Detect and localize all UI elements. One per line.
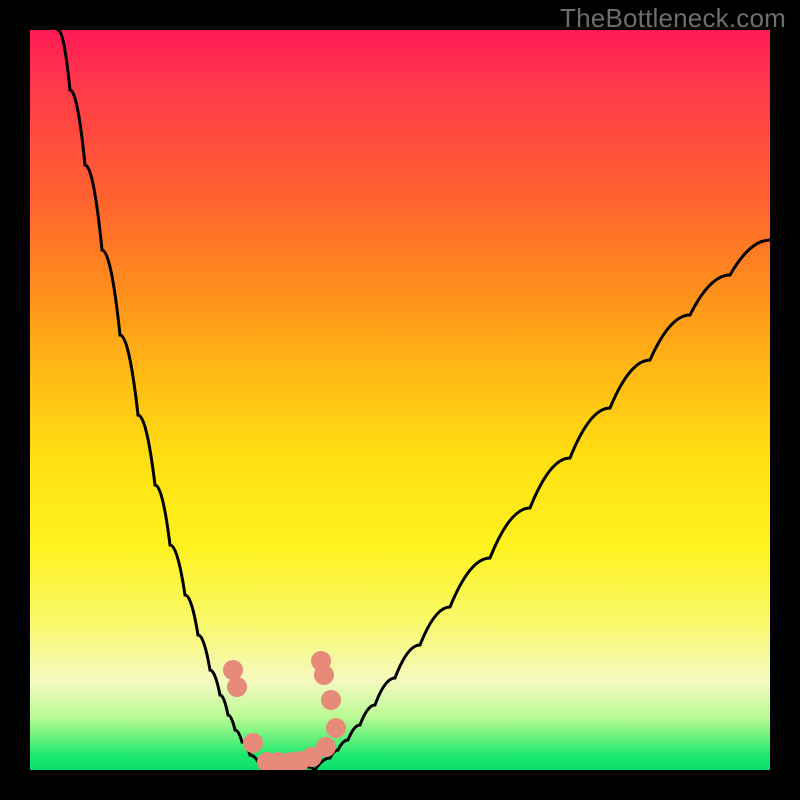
curve-right [315,240,770,770]
dot [321,690,341,710]
plot-area [30,30,770,770]
dot [316,737,336,757]
curve-layer [30,30,770,770]
curve-left [58,30,262,770]
dot [227,677,247,697]
chart-frame: TheBottleneck.com [0,0,800,800]
dot [311,651,331,671]
dot [223,660,243,680]
salmon-dots [223,651,346,770]
dot [326,718,346,738]
dot [243,733,263,753]
